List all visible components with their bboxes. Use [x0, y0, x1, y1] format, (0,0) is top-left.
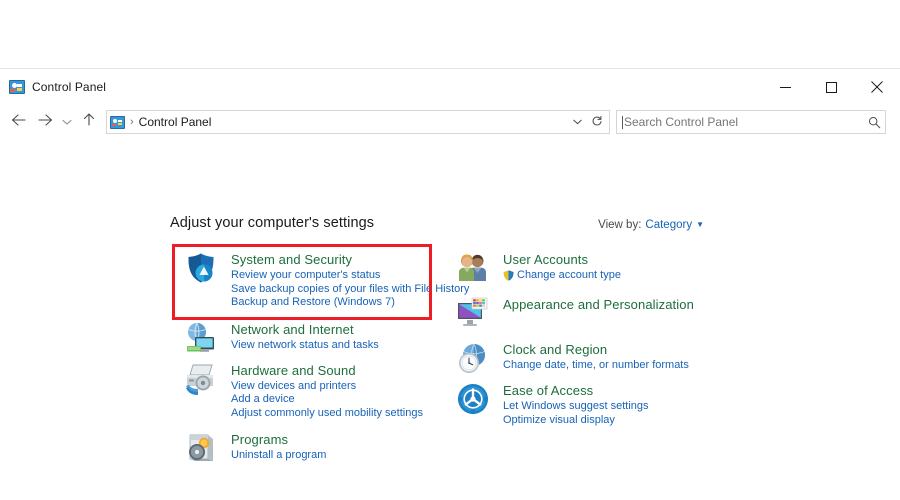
category-link[interactable]: Review your computer's status	[231, 269, 469, 283]
category-title[interactable]: System and Security	[231, 252, 469, 267]
content-area: Adjust your computer's settings View by:…	[0, 139, 900, 500]
category-title[interactable]: Hardware and Sound	[231, 363, 423, 378]
forward-button[interactable]	[32, 109, 58, 135]
uac-shield-icon	[503, 270, 514, 281]
category-body: Appearance and Personalization	[503, 296, 694, 330]
screenshot-root: Control Panel	[0, 0, 900, 500]
refresh-button[interactable]	[587, 111, 607, 133]
control-panel-icon	[9, 80, 25, 94]
category-link[interactable]: Backup and Restore (Windows 7)	[231, 296, 469, 310]
clock-globe-icon	[456, 341, 490, 375]
title-bar-left: Control Panel	[0, 80, 106, 94]
category-user-accounts[interactable]: User Accounts Change account type	[456, 251, 716, 285]
category-link[interactable]: Let Windows suggest settings	[503, 400, 649, 414]
control-panel-window: Control Panel	[0, 68, 900, 500]
category-system-and-security[interactable]: System and Security Review your computer…	[184, 251, 434, 310]
category-body: User Accounts Change account type	[503, 251, 621, 285]
category-network-and-internet[interactable]: Network and Internet View network status…	[184, 321, 434, 355]
search-input[interactable]: Search Control Panel	[616, 110, 886, 134]
view-by-value[interactable]: Category	[645, 219, 692, 231]
window-title: Control Panel	[32, 80, 106, 94]
breadcrumb-control-panel[interactable]: Control Panel	[139, 115, 212, 129]
category-link[interactable]: Add a device	[231, 393, 423, 407]
category-clock-and-region[interactable]: Clock and Region Change date, time, or n…	[456, 341, 716, 375]
window-controls	[762, 69, 900, 105]
category-ease-of-access[interactable]: Ease of Access Let Windows suggest setti…	[456, 382, 716, 427]
category-body: System and Security Review your computer…	[231, 251, 469, 310]
category-body: Clock and Region Change date, time, or n…	[503, 341, 689, 375]
search-placeholder: Search Control Panel	[624, 115, 868, 129]
category-body: Network and Internet View network status…	[231, 321, 379, 355]
chevron-down-icon[interactable]: ▼	[696, 221, 704, 229]
category-appearance-and-personalization[interactable]: Appearance and Personalization	[456, 296, 716, 330]
category-link-change-account-type[interactable]: Change account type	[503, 269, 621, 283]
category-body: Ease of Access Let Windows suggest setti…	[503, 382, 649, 427]
category-link[interactable]: Optimize visual display	[503, 414, 649, 428]
navigation-bar: › Control Panel	[0, 105, 900, 139]
users-icon	[456, 251, 490, 285]
breadcrumb-separator: ›	[130, 116, 139, 128]
category-link[interactable]: Adjust commonly used mobility settings	[231, 407, 423, 421]
category-title[interactable]: Appearance and Personalization	[503, 297, 694, 312]
category-column-right: User Accounts Change account type	[456, 251, 716, 434]
refresh-icon	[591, 115, 603, 130]
forward-arrow-icon	[37, 113, 53, 132]
network-globe-icon	[184, 321, 218, 355]
minimize-icon	[780, 82, 791, 93]
category-title[interactable]: Network and Internet	[231, 322, 379, 337]
page-title: Adjust your computer's settings	[170, 215, 374, 231]
monitor-palette-icon	[456, 296, 490, 330]
view-by-control[interactable]: View by: Category ▼	[598, 219, 704, 231]
maximize-button[interactable]	[808, 69, 854, 105]
view-by-label: View by:	[598, 219, 641, 231]
category-body: Programs Uninstall a program	[231, 431, 326, 465]
category-title[interactable]: Clock and Region	[503, 342, 689, 357]
control-panel-icon	[110, 116, 125, 129]
text-caret	[622, 116, 623, 129]
category-programs[interactable]: Programs Uninstall a program	[184, 431, 434, 465]
category-title[interactable]: Ease of Access	[503, 383, 649, 398]
close-icon	[871, 81, 883, 93]
category-title[interactable]: User Accounts	[503, 252, 621, 267]
category-hardware-and-sound[interactable]: Hardware and Sound View devices and prin…	[184, 362, 434, 421]
up-arrow-icon	[82, 112, 96, 132]
shield-icon	[184, 251, 218, 285]
address-dropdown-button[interactable]	[567, 111, 587, 133]
category-link[interactable]: View devices and printers	[231, 380, 423, 394]
up-button[interactable]	[76, 109, 102, 135]
address-bar[interactable]: › Control Panel	[106, 110, 610, 134]
back-button[interactable]	[6, 109, 32, 135]
category-link[interactable]: Uninstall a program	[231, 449, 326, 463]
category-column-left: System and Security Review your computer…	[184, 251, 434, 472]
category-link[interactable]: Save backup copies of your files with Fi…	[231, 283, 469, 297]
category-link[interactable]: Change date, time, or number formats	[503, 359, 689, 373]
category-link[interactable]: View network status and tasks	[231, 339, 379, 353]
minimize-button[interactable]	[762, 69, 808, 105]
category-link-label: Change account type	[517, 269, 621, 283]
title-bar: Control Panel	[0, 69, 900, 105]
recent-locations-button[interactable]	[58, 109, 76, 135]
close-button[interactable]	[854, 69, 900, 105]
search-icon	[868, 116, 881, 129]
chevron-down-icon	[62, 113, 72, 131]
category-body: Hardware and Sound View devices and prin…	[231, 362, 423, 421]
back-arrow-icon	[11, 113, 27, 132]
category-title[interactable]: Programs	[231, 432, 326, 447]
ease-of-access-icon	[456, 382, 490, 416]
printer-icon	[184, 362, 218, 396]
programs-disc-icon	[184, 431, 218, 465]
maximize-icon	[826, 82, 837, 93]
